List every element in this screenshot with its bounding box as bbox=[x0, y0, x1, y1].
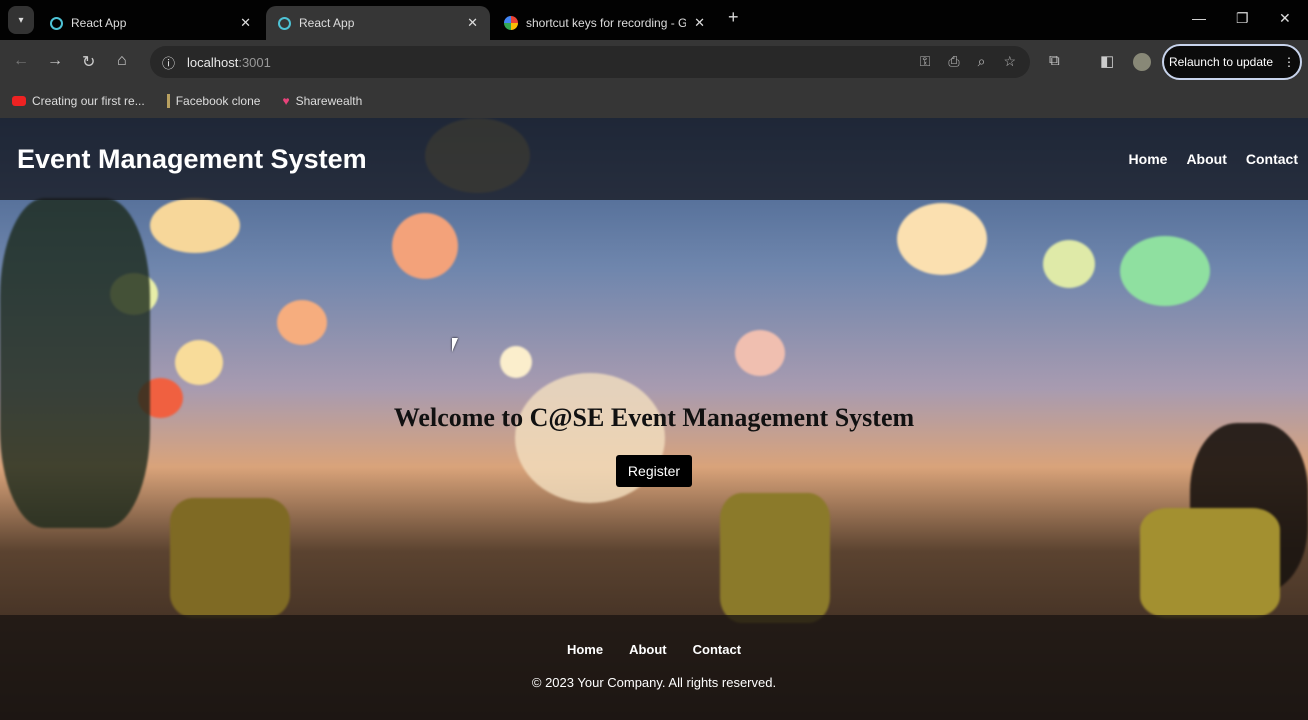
webpage: Event Management System Home About Conta… bbox=[0, 118, 1308, 720]
zoom-icon[interactable]: ⌕ bbox=[978, 53, 986, 70]
react-icon bbox=[278, 16, 291, 30]
omnibox-icons: ⚿ ⎙ ⌕ ☆ bbox=[920, 53, 1016, 70]
home-icon[interactable]: ⌂ bbox=[117, 52, 127, 70]
chevron-down-icon: ▾ bbox=[18, 14, 24, 26]
footer-contact-link[interactable]: Contact bbox=[693, 642, 741, 657]
bookmark-item[interactable]: Facebook clone bbox=[166, 94, 261, 108]
relaunch-label: Relaunch to update bbox=[1168, 55, 1274, 69]
site-title: Event Management System bbox=[17, 143, 367, 174]
bookmarks-bar: Creating our first re... Facebook clone … bbox=[0, 84, 1308, 118]
url-host: localhost bbox=[187, 54, 239, 70]
tab-react-app-2[interactable]: React App ✕ bbox=[266, 6, 490, 40]
key-icon[interactable]: ⚿ bbox=[920, 53, 931, 70]
close-icon[interactable]: ✕ bbox=[694, 15, 705, 31]
site-header: Event Management System Home About Conta… bbox=[0, 118, 1308, 200]
tab-label: React App bbox=[71, 16, 127, 30]
site-footer: Home About Contact © 2023 Your Company. … bbox=[0, 615, 1308, 720]
restore-icon[interactable]: ❐ bbox=[1236, 10, 1249, 27]
hero-title: Welcome to C@SE Event Management System bbox=[393, 403, 915, 432]
react-icon bbox=[50, 16, 63, 30]
bookmark-label: Sharewealth bbox=[295, 94, 363, 108]
bookmark-item[interactable]: Creating our first re... bbox=[12, 94, 145, 108]
reload-icon[interactable]: ↻ bbox=[82, 52, 95, 72]
bookmark-label: Facebook clone bbox=[175, 94, 261, 108]
hero-section: Welcome to C@SE Event Management System … bbox=[0, 403, 1308, 487]
bookmark-label: Creating our first re... bbox=[32, 94, 145, 108]
footer-nav: Home About Contact bbox=[0, 642, 1308, 657]
url-port: :3001 bbox=[238, 54, 271, 70]
side-panel-icon[interactable]: ◧ bbox=[1100, 52, 1114, 70]
bookmark-icon bbox=[166, 94, 170, 108]
forward-icon[interactable]: → bbox=[47, 52, 63, 70]
footer-home-link[interactable]: Home bbox=[567, 642, 603, 657]
header-nav: Home About Contact bbox=[1129, 151, 1298, 167]
register-button[interactable]: Register bbox=[615, 455, 693, 487]
address-bar[interactable]: ⓘ localhost:3001 ⚿ ⎙ ⌕ ☆ bbox=[150, 46, 1030, 78]
url-text: localhost:3001 bbox=[187, 55, 271, 70]
tab-bar: ▾ React App ✕ React App ✕ shortcut keys fo… bbox=[0, 0, 1308, 40]
tab-react-app-1[interactable]: React App ✕ bbox=[38, 6, 263, 40]
footer-about-link[interactable]: About bbox=[629, 642, 667, 657]
star-icon[interactable]: ☆ bbox=[1003, 53, 1016, 70]
google-icon bbox=[504, 16, 518, 30]
new-tab-icon[interactable]: + bbox=[728, 7, 739, 28]
tab-search-button[interactable]: ▾ bbox=[8, 6, 34, 34]
tab-label: shortcut keys for recording - G bbox=[526, 16, 686, 30]
close-window-icon[interactable]: ✕ bbox=[1279, 10, 1291, 27]
nav-about-link[interactable]: About bbox=[1186, 151, 1226, 167]
relaunch-button[interactable]: Relaunch to update ⋮ bbox=[1162, 44, 1302, 80]
more-menu-icon: ⋮ bbox=[1283, 55, 1296, 69]
info-icon: ⓘ bbox=[162, 55, 176, 71]
back-icon[interactable]: ← bbox=[13, 52, 29, 70]
heart-icon: ♥ bbox=[282, 94, 290, 108]
copyright-text: © 2023 Your Company. All rights reserved… bbox=[531, 675, 777, 690]
youtube-icon bbox=[12, 96, 26, 106]
nav-contact-link[interactable]: Contact bbox=[1246, 151, 1298, 167]
tab-label: React App bbox=[299, 16, 355, 30]
tab-google-search[interactable]: shortcut keys for recording - G ✕ bbox=[492, 6, 717, 40]
bookmark-item[interactable]: ♥ Sharewealth bbox=[282, 94, 362, 108]
extensions-icon[interactable]: ⧉ bbox=[1049, 52, 1060, 69]
close-icon[interactable]: ✕ bbox=[240, 15, 251, 31]
browser-toolbar: ← → ↻ ⌂ ⓘ localhost:3001 ⚿ ⎙ ⌕ ☆ ⧉ ◧ Rel… bbox=[0, 40, 1308, 84]
nav-home-link[interactable]: Home bbox=[1129, 151, 1168, 167]
minimize-icon[interactable]: — bbox=[1192, 10, 1206, 26]
mouse-cursor-icon bbox=[452, 338, 458, 352]
install-app-icon[interactable]: ⎙ bbox=[948, 53, 959, 70]
profile-avatar[interactable] bbox=[1133, 53, 1151, 71]
close-icon[interactable]: ✕ bbox=[467, 15, 478, 31]
